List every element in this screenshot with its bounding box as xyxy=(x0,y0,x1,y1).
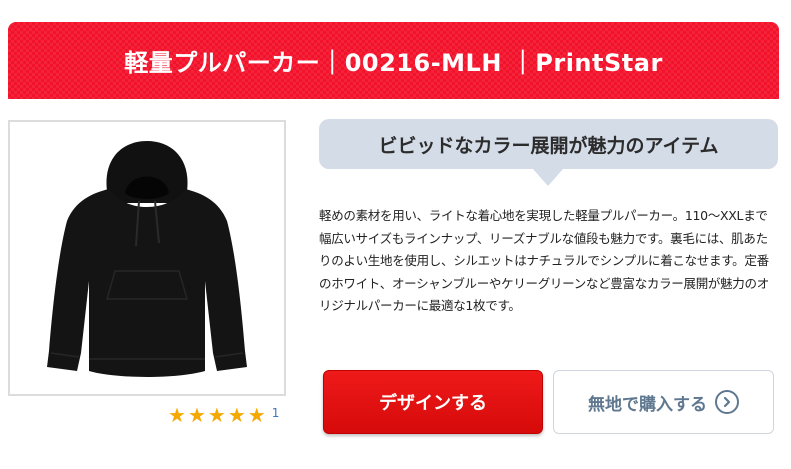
buy-plain-button-label: 無地で購入する xyxy=(588,394,707,415)
star-icon: ★ xyxy=(187,403,206,427)
chevron-right-circle-icon xyxy=(715,390,739,414)
star-icon: ★ xyxy=(247,403,266,427)
product-description: 軽めの素材を用い、ライトな着心地を実現した軽量プルパーカー。110〜XXLまで幅… xyxy=(319,208,769,313)
title-bar: 軽量プルパーカー｜00216-MLH ｜PrintStar xyxy=(8,22,779,99)
page-title: 軽量プルパーカー｜00216-MLH ｜PrintStar xyxy=(124,49,663,77)
rating: ★ ★ ★ ★ ★ 1 xyxy=(168,404,279,426)
catch-copy-box: ビビッドなカラー展開が魅力のアイテム xyxy=(319,119,778,169)
design-button[interactable]: デザインする xyxy=(323,370,543,434)
star-icon: ★ xyxy=(207,403,226,427)
catch-copy: ビビッドなカラー展開が魅力のアイテム xyxy=(378,134,719,157)
product-image-frame xyxy=(8,120,286,396)
star-icon: ★ xyxy=(168,403,186,427)
star-icon: ★ xyxy=(227,403,246,427)
buy-plain-button[interactable]: 無地で購入する xyxy=(553,370,774,434)
design-button-label: デザインする xyxy=(379,393,487,414)
review-count-link[interactable]: 1 xyxy=(272,406,280,420)
hoodie-image xyxy=(47,140,247,377)
speech-arrow xyxy=(533,169,563,186)
